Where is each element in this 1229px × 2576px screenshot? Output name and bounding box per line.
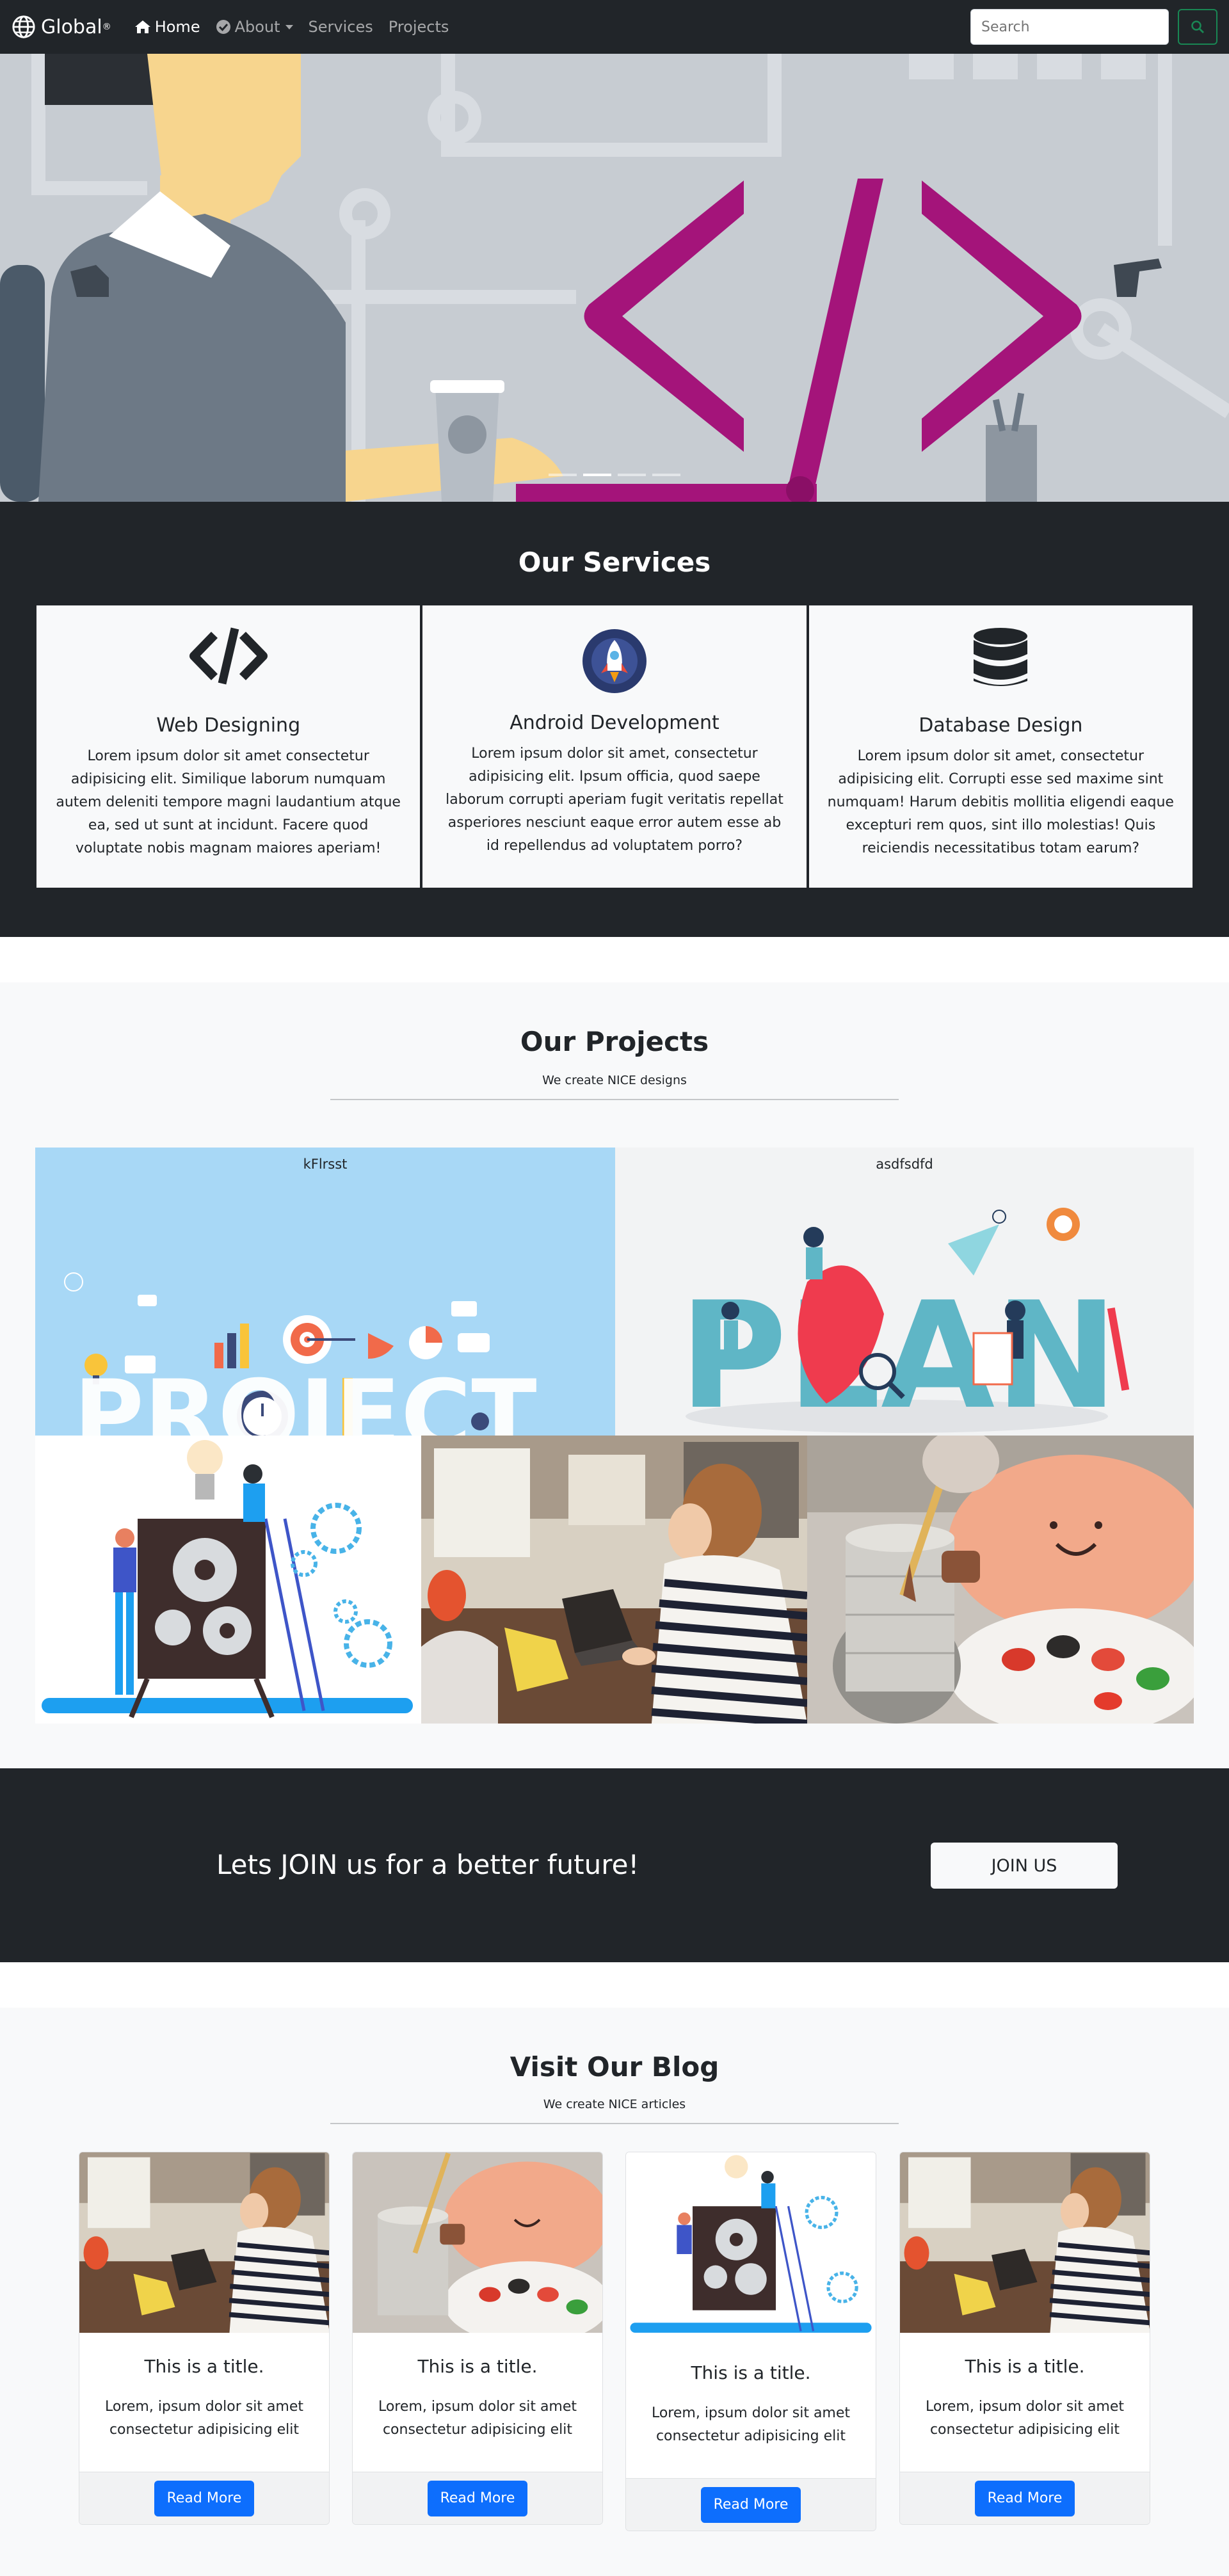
nav-services[interactable]: Services (309, 18, 373, 36)
divider (330, 1099, 899, 1100)
join-section: Lets JOIN us for a better future! JOIN U… (0, 1768, 1229, 1962)
project-card[interactable] (807, 1436, 1194, 1724)
project-caption: kFlrsst (303, 1156, 348, 1172)
gears-team-illustration (35, 1436, 421, 1724)
svg-text:PLAN: PLAN (679, 1271, 1118, 1436)
service-card: Web Designing Lorem ipsum dolor sit amet… (35, 604, 422, 889)
project-card[interactable]: PROJECT kFlrsst (35, 1148, 615, 1436)
globe-icon (12, 15, 35, 38)
project-card[interactable] (421, 1436, 807, 1724)
hero-carousel[interactable] (0, 54, 1229, 502)
join-us-button[interactable]: JOIN US (931, 1843, 1118, 1889)
check-circle-icon (216, 20, 230, 34)
carousel-indicator[interactable] (618, 474, 646, 476)
woman-laptop-photo (79, 2152, 329, 2333)
service-text: Lorem ipsum dolor sit amet consectetur a… (56, 748, 401, 856)
service-card: Android Development Lorem ipsum dolor si… (421, 604, 808, 889)
carousel-indicators (549, 474, 687, 476)
navbar: Global ® Home About Services Projects (0, 0, 1229, 54)
blog-card-footer: Read More (79, 2472, 329, 2524)
project-card[interactable]: PLAN asdfsdfd (615, 1148, 1194, 1436)
nav-about-label: About (234, 18, 280, 36)
developer-coding-illustration (0, 54, 1229, 502)
gears-team-illustration (626, 2152, 876, 2339)
join-text: Lets JOIN us for a better future! (216, 1849, 639, 1880)
blog-card-footer: Read More (900, 2472, 1150, 2524)
blog-post-text: Lorem, ipsum dolor sit amet consectetur … (104, 2399, 304, 2438)
brand[interactable]: Global ® (12, 15, 111, 39)
code-icon (36, 626, 420, 686)
woman-laptop-photo (421, 1436, 807, 1724)
blog-thumbnail[interactable] (79, 2152, 329, 2333)
service-text: Lorem ipsum dolor sit amet, consectetur … (827, 748, 1174, 856)
divider (330, 2123, 899, 2124)
blog-post-title: This is a title. (965, 2356, 1085, 2377)
search-icon (1191, 20, 1204, 33)
nav-home-label: Home (154, 18, 200, 36)
plan-illustration: PLAN (615, 1148, 1194, 1436)
projects-subtitle: We create NICE designs (542, 1073, 687, 1087)
home-icon (134, 20, 150, 33)
woman-laptop-photo (900, 2152, 1150, 2333)
services-row: Web Designing Lorem ipsum dolor sit amet… (35, 604, 1194, 889)
database-icon (809, 627, 1193, 690)
svg-text:PROJECT: PROJECT (74, 1360, 537, 1436)
read-more-button[interactable]: Read More (428, 2480, 527, 2516)
service-title: Web Designing (156, 714, 301, 737)
blog-card-footer: Read More (626, 2478, 876, 2531)
blog-card: This is a title. Lorem, ipsum dolor sit … (352, 2152, 603, 2525)
chevron-down-icon (285, 24, 293, 29)
services-title: Our Services (518, 547, 711, 578)
nav-home[interactable]: Home (134, 18, 200, 36)
projects-section: Our Projects We create NICE designs PROJ… (0, 982, 1229, 1768)
blog-post-title: This is a title. (691, 2362, 811, 2383)
search-input[interactable] (970, 9, 1169, 45)
service-title: Android Development (510, 712, 719, 734)
blog-post-title: This is a title. (144, 2356, 264, 2377)
blog-card: This is a title. Lorem, ipsum dolor sit … (79, 2152, 330, 2525)
project-card[interactable] (35, 1436, 421, 1724)
blog-post-text: Lorem, ipsum dolor sit amet consectetur … (378, 2399, 577, 2438)
project-illustration: PROJECT (35, 1148, 615, 1436)
projects-title: Our Projects (520, 1026, 709, 1057)
nav-about-dropdown[interactable]: About (216, 18, 293, 36)
search-button[interactable] (1178, 9, 1217, 45)
read-more-button[interactable]: Read More (975, 2480, 1075, 2516)
carousel-indicator[interactable] (652, 474, 680, 476)
blog-subtitle: We create NICE articles (543, 2097, 686, 2111)
registered-mark: ® (102, 22, 111, 32)
paint-palette-photo (807, 1436, 1194, 1724)
blog-section: Visit Our Blog We create NICE articles T… (0, 2008, 1229, 2576)
service-title: Database Design (919, 714, 1083, 737)
blog-post-text: Lorem, ipsum dolor sit amet consectetur … (925, 2399, 1125, 2438)
paint-palette-photo (353, 2152, 602, 2333)
blog-card-footer: Read More (353, 2472, 602, 2524)
blog-thumbnail[interactable] (353, 2152, 602, 2333)
services-section: Our Services Web Designing Lorem ipsum d… (0, 502, 1229, 937)
brand-name: Global (41, 15, 102, 38)
blog-card: This is a title. Lorem, ipsum dolor sit … (899, 2152, 1150, 2525)
blog-title: Visit Our Blog (510, 2051, 719, 2083)
service-text: Lorem ipsum dolor sit amet, consectetur … (446, 746, 783, 854)
blog-card: This is a title. Lorem, ipsum dolor sit … (625, 2152, 876, 2531)
blog-post-text: Lorem, ipsum dolor sit amet consectetur … (651, 2405, 851, 2444)
blog-thumbnail[interactable] (900, 2152, 1150, 2333)
service-card: Database Design Lorem ipsum dolor sit am… (807, 604, 1194, 889)
carousel-indicator[interactable] (549, 474, 577, 476)
blog-post-title: This is a title. (417, 2356, 538, 2377)
read-more-button[interactable]: Read More (154, 2480, 254, 2516)
search-form (970, 9, 1217, 45)
project-caption: asdfsdfd (876, 1156, 933, 1172)
carousel-indicator-active[interactable] (583, 474, 611, 476)
read-more-button[interactable]: Read More (701, 2486, 801, 2523)
rocket-icon (422, 628, 806, 694)
nav-projects[interactable]: Projects (389, 18, 449, 36)
blog-thumbnail[interactable] (626, 2152, 876, 2339)
